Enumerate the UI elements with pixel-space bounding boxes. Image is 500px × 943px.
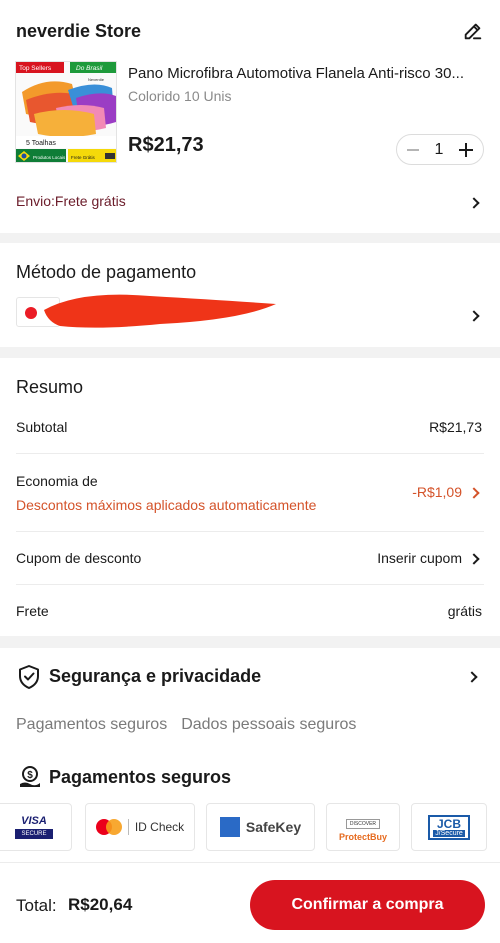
subtotal-value: R$21,73 <box>429 419 482 435</box>
quantity-stepper: 1 <box>396 134 484 165</box>
visa-secure-logo: VISA SECURE <box>0 803 72 851</box>
shipping-option[interactable]: Envio:Frete grátis <box>16 193 126 209</box>
divider <box>16 584 484 585</box>
shield-check-icon <box>19 665 39 689</box>
quantity-value[interactable]: 1 <box>435 141 444 159</box>
free-shipping-label: Frete Grátis <box>71 155 96 160</box>
economy-value[interactable]: -R$1,09 <box>412 484 462 500</box>
minus-icon[interactable] <box>407 148 419 151</box>
security-title[interactable]: Segurança e privacidade <box>49 666 261 687</box>
payment-method-card[interactable]: Método de pagamento <box>0 243 500 347</box>
top-sellers-label: Top Sellers <box>19 65 52 72</box>
payment-method-title: Método de pagamento <box>16 262 197 282</box>
shipping-label: Frete <box>16 603 49 619</box>
store-name: neverdie Store <box>16 21 142 41</box>
svg-text:$: $ <box>27 770 33 781</box>
product-variant[interactable]: Colorido 10 Unis <box>128 88 232 104</box>
product-image[interactable]: Top Sellers Do Brasil Neverdie 5 Toalhas… <box>15 61 117 163</box>
amex-safekey-logo: SafeKey <box>206 803 315 851</box>
economy-label: Economia de <box>16 473 98 489</box>
confirm-purchase-button[interactable]: Confirmar a compra <box>250 880 485 930</box>
divider <box>16 531 484 532</box>
summary-card: Resumo Subtotal R$21,73 Economia de Desc… <box>0 358 500 636</box>
tab-secure-personal-data[interactable]: Dados pessoais seguros <box>181 716 356 734</box>
discover-protectbuy-logo: DISCOVER ProtectBuy <box>326 803 400 851</box>
tab-secure-payments[interactable]: Pagamentos seguros <box>16 716 167 734</box>
local-products-label: Produtos Locais <box>33 155 66 160</box>
total-label: Total: <box>16 896 57 915</box>
brand-label: Neverdie <box>88 77 105 82</box>
total-value: R$20,64 <box>68 895 133 914</box>
chevron-right-icon[interactable] <box>468 487 480 499</box>
store-card: neverdie Store Top Sellers Do Brasil Nev… <box>0 0 500 233</box>
edit-icon[interactable] <box>462 20 484 42</box>
chevron-right-icon[interactable] <box>468 553 480 565</box>
security-tabs: Pagamentos seguros Dados pessoais seguro… <box>16 716 356 734</box>
do-brasil-label: Do Brasil <box>76 65 103 72</box>
plus-icon[interactable] <box>459 142 473 157</box>
chevron-right-icon[interactable] <box>468 310 480 322</box>
economy-description[interactable]: Descontos máximos aplicados automaticame… <box>16 497 316 513</box>
towel-count-label: 5 Toalhas <box>26 140 56 147</box>
checkout-footer: Total: R$20,64 Confirmar a compra <box>0 862 500 943</box>
coupon-action[interactable]: Inserir cupom <box>377 550 462 566</box>
redaction-scribble <box>44 294 276 328</box>
secure-payment-icon: $ <box>20 766 40 787</box>
divider <box>16 453 484 454</box>
checkout-page: neverdie Store Top Sellers Do Brasil Nev… <box>0 0 500 943</box>
product-title[interactable]: Pano Microfibra Automotiva Flanela Anti-… <box>128 65 483 82</box>
jcb-jsecure-logo: JCB J/Secure <box>411 803 487 851</box>
summary-title: Resumo <box>16 377 84 397</box>
coupon-label[interactable]: Cupom de desconto <box>16 550 141 566</box>
product-price: R$21,73 <box>128 134 204 156</box>
secure-payments-title: Pagamentos seguros <box>49 767 232 787</box>
shipping-value: grátis <box>447 603 482 619</box>
chevron-right-icon[interactable] <box>468 197 480 209</box>
subtotal-label: Subtotal <box>16 419 68 435</box>
mastercard-idcheck-logo: ID Check <box>85 803 195 851</box>
